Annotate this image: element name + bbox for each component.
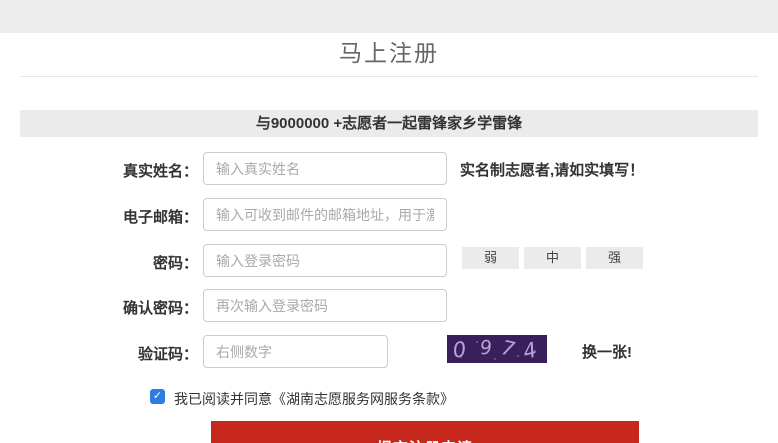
password-label: 密码： [0,252,198,273]
volunteer-count-banner: 与9000000 +志愿者一起雷锋家乡学雷锋 [20,110,758,137]
confirm-password-input[interactable] [203,289,447,322]
password-input[interactable] [203,244,447,277]
captcha-refresh-link[interactable]: 换一张! [582,341,632,362]
real-name-input[interactable] [203,152,447,185]
checkmark-icon: ✓ [153,391,162,402]
strength-strong-badge: 强 [586,247,643,269]
agreement-text: 我已阅读并同意《湖南志愿服务网服务条款》 [174,389,454,409]
strength-medium-badge: 中 [524,247,581,269]
title-divider [20,76,758,77]
password-strength-meter: 弱 中 强 [462,247,643,269]
confirm-password-label: 确认密码： [0,297,198,318]
registration-page: 马上注册 与9000000 +志愿者一起雷锋家乡学雷锋 真实姓名： 实名制志愿者… [0,0,778,443]
agreement-prefix: 我已阅读并同意 [174,391,272,407]
email-input[interactable] [203,198,447,231]
captcha-image[interactable]: 0 9 7 4 [447,335,547,363]
strength-weak-badge: 弱 [462,247,519,269]
agreement-checkbox[interactable]: ✓ [150,389,165,404]
submit-registration-button[interactable]: 提交注册申请 [211,421,639,443]
captcha-input[interactable] [203,335,388,368]
captcha-label: 验证码： [0,343,198,364]
real-name-hint: 实名制志愿者,请如实填写！ [460,159,644,180]
page-title: 马上注册 [0,34,778,68]
captcha-digit: 9 [479,336,493,359]
email-label: 电子邮箱： [0,206,198,227]
real-name-label: 真实姓名： [0,160,198,181]
terms-link[interactable]: 《湖南志愿服务网服务条款》 [272,391,454,407]
top-bar [0,0,778,33]
